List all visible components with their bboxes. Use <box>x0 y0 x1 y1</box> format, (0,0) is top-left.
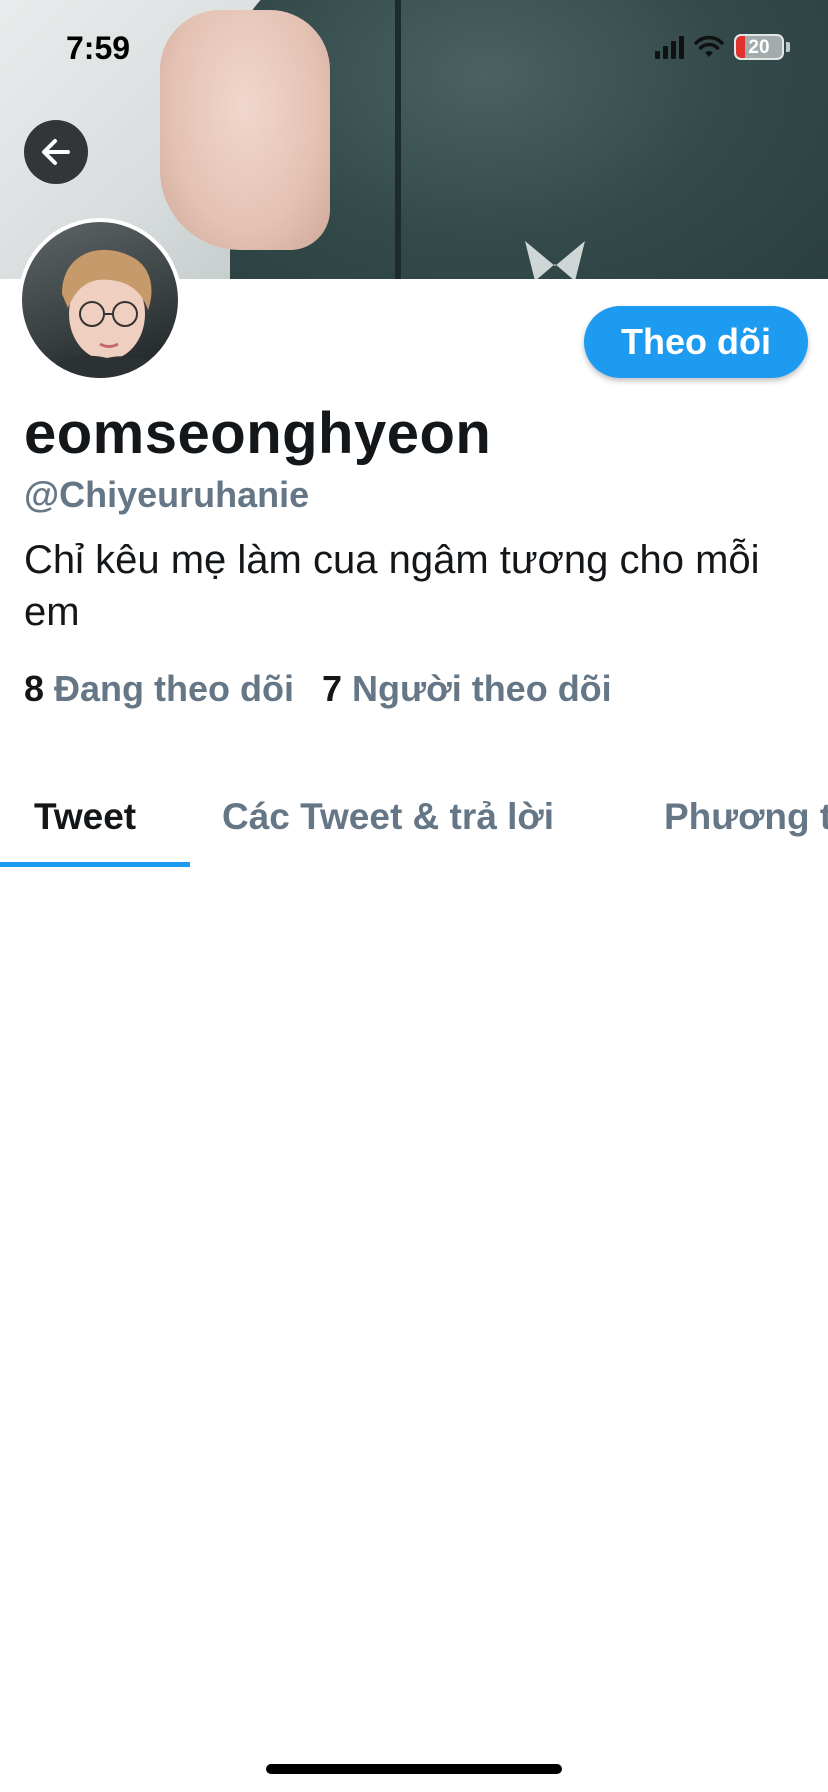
profile-page: 7:59 20 Theo dõi eomseonghyeon @Chiyeuru… <box>0 0 828 1792</box>
status-time: 7:59 <box>66 30 131 66</box>
tab-tweets[interactable]: Tweet <box>34 796 136 838</box>
following-label: Đang theo dõi <box>54 668 295 709</box>
following-count: 8 <box>24 668 45 709</box>
followers-stat[interactable]: 7 Người theo dõi <box>322 668 612 710</box>
following-stat[interactable]: 8 Đang theo dõi <box>24 668 294 710</box>
status-icons: 20 <box>655 34 790 60</box>
banner-zipper <box>395 0 401 279</box>
profile-bio: Chỉ kêu mẹ làm cua ngâm tương cho mỗi em <box>24 538 760 634</box>
profile-tabs: Tweet Các Tweet & trả lời Phương tiện <box>0 780 828 868</box>
follow-button[interactable]: Theo dõi <box>584 306 808 378</box>
avatar-photo <box>42 249 172 378</box>
home-indicator[interactable] <box>266 1764 562 1774</box>
wifi-icon <box>694 35 724 57</box>
avatar[interactable] <box>18 218 182 382</box>
signal-icon <box>655 35 684 59</box>
followers-count: 7 <box>322 668 343 709</box>
tab-tweets-replies[interactable]: Các Tweet & trả lời <box>222 796 554 838</box>
followers-label: Người theo dõi <box>352 668 612 709</box>
display-name: eomseonghyeon <box>24 401 492 466</box>
banner-logo <box>525 241 585 279</box>
banner-hand <box>160 10 330 250</box>
arrow-left-icon <box>42 139 70 165</box>
battery-level: 20 <box>748 37 770 58</box>
user-handle: @Chiyeuruhanie <box>24 474 310 515</box>
back-button[interactable] <box>24 120 88 184</box>
battery-icon: 20 <box>734 34 784 60</box>
battery-cap <box>786 42 790 52</box>
active-tab-indicator <box>0 862 190 867</box>
tab-media[interactable]: Phương tiện <box>664 796 828 838</box>
follow-stats: 8 Đang theo dõi 7 Người theo dõi <box>24 668 612 710</box>
